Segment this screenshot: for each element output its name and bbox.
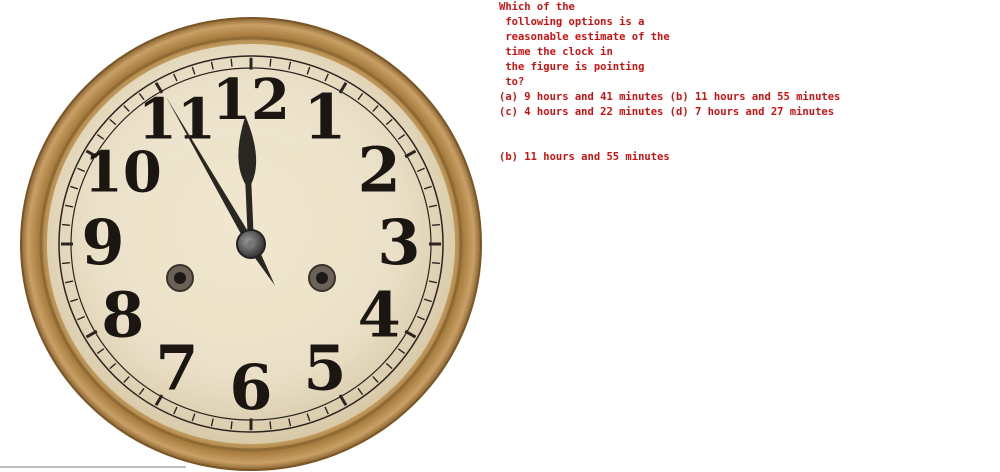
hour-numeral: 8: [101, 279, 144, 352]
hour-numeral: 5: [303, 332, 346, 405]
divider: [0, 466, 186, 468]
option-line: (c) 4 hours and 22 minutes (d) 7 hours a…: [499, 106, 835, 118]
clock: 12 1234567891011: [20, 17, 482, 471]
hour-numeral: 9: [81, 206, 124, 279]
clock-image: 12 1 2 3 4 5 6 7 8 9 10 11: [18, 16, 484, 472]
minute-tick: [230, 58, 233, 67]
hour-numeral: 11: [138, 86, 216, 152]
option-line: (a) 9 hours and 41 minutes (b) 11 hours …: [499, 91, 841, 103]
hour-numeral: 3: [377, 206, 420, 279]
question-line: Which of the: [499, 1, 575, 13]
center-pin: [247, 240, 255, 248]
minute-tick: [269, 58, 272, 67]
minute-tick: [431, 261, 441, 265]
winding-arbor-left: [174, 272, 186, 284]
hour-numeral: 4: [358, 279, 401, 352]
minute-tick: [431, 223, 441, 227]
question-line: the figure is pointing: [499, 61, 645, 73]
hour-numeral: 1: [303, 80, 346, 153]
hour-numeral: 7: [155, 332, 198, 405]
winding-arbor-right: [316, 272, 328, 284]
hour-numeral: 12: [212, 67, 290, 133]
question-line: to?: [499, 76, 525, 88]
question-line: following options is a: [499, 16, 645, 28]
question-panel: Which of the following options is a reas…: [499, 0, 994, 165]
hour-numeral: 6: [229, 351, 272, 424]
hour-numeral: 2: [358, 133, 401, 206]
minute-tick: [61, 261, 71, 265]
question-line: reasonable estimate of the: [499, 31, 670, 43]
minute-tick: [61, 223, 71, 227]
answer-line: (b) 11 hours and 55 minutes: [499, 151, 670, 163]
question-line: time the clock in: [499, 46, 613, 58]
